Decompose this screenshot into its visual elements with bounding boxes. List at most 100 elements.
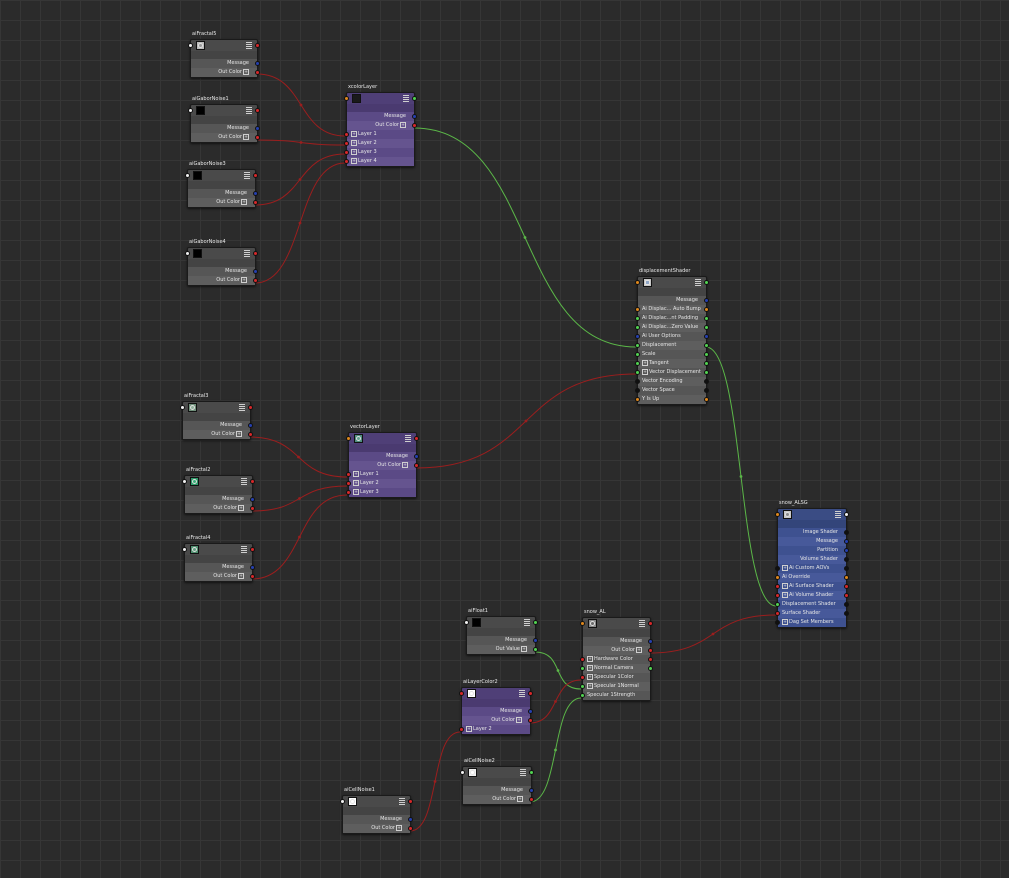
port-dot[interactable] [533, 638, 538, 643]
node-body[interactable]: Image Shader Message Partition Volume Sh… [775, 508, 849, 628]
node-displacementShader[interactable]: displacementShader Message Ai Displac...… [635, 268, 709, 405]
wire-fractal2-to-vlayer2[interactable] [251, 485, 348, 512]
node-input-port[interactable] [188, 43, 193, 48]
port-layer-2[interactable]: Layer 2 [459, 725, 530, 734]
port-hardware-color[interactable]: Hardware Color [580, 655, 653, 664]
node-output-port[interactable] [255, 108, 260, 113]
node-output-port[interactable] [704, 280, 709, 285]
port-image-shader[interactable]: Image Shader [778, 528, 849, 537]
port-dot[interactable] [704, 361, 709, 366]
port-dot[interactable] [704, 388, 709, 393]
port-out-color[interactable]: Out Color [191, 68, 260, 77]
port-dot[interactable] [250, 565, 255, 570]
menu-icon[interactable] [241, 478, 247, 485]
menu-icon[interactable] [695, 279, 701, 286]
node-input-port[interactable] [180, 405, 185, 410]
port-out-color[interactable]: Out Color [185, 504, 255, 513]
port-dot[interactable] [248, 423, 253, 428]
port-message[interactable]: Message [188, 267, 258, 276]
port-specular-1normal[interactable]: Specular 1Normal [580, 682, 650, 691]
port-dot[interactable] [844, 602, 849, 607]
port-out-color[interactable]: Out Color [191, 133, 260, 142]
port-dot[interactable] [635, 334, 640, 339]
port-out-color[interactable]: Out Color [462, 716, 533, 725]
port-ai-surface-shader[interactable]: Ai Surface Shader [775, 582, 849, 591]
wire-layercolor-to-speccolor[interactable] [529, 679, 582, 724]
port-message[interactable]: Message [462, 707, 533, 716]
node-body[interactable]: Message Out Color Hardware Color Normal … [580, 617, 653, 701]
node-body[interactable]: Message Out Color [188, 104, 260, 143]
menu-icon[interactable] [835, 511, 841, 518]
port-dot[interactable] [704, 352, 709, 357]
port-partition[interactable]: Partition [778, 546, 849, 555]
wire-vector-to-vecdisp[interactable] [415, 373, 637, 469]
port-dot[interactable] [844, 557, 849, 562]
port-dot[interactable] [775, 602, 780, 607]
port-dot[interactable] [635, 343, 640, 348]
port-dot[interactable] [250, 506, 255, 511]
port-dot[interactable] [844, 530, 849, 535]
node-aiFractal4[interactable]: aiFractal4 Message Out Color [182, 535, 255, 582]
node-input-port[interactable] [464, 620, 469, 625]
wire-cellnoise1-to-layer2[interactable] [409, 731, 461, 832]
node-editor-canvas[interactable]: aiFractal5 Message Out Color aiGaborNois… [0, 0, 1009, 878]
port-out-value[interactable]: Out Value [467, 645, 538, 654]
port-normal-camera[interactable]: Normal Camera [580, 664, 653, 673]
menu-icon[interactable] [399, 798, 405, 805]
port-dot[interactable] [775, 584, 780, 589]
node-header[interactable] [460, 767, 534, 778]
node-body[interactable]: Message Out Color [185, 169, 258, 208]
port-message[interactable]: Message [185, 495, 255, 504]
port-message[interactable]: Message [185, 563, 255, 572]
port-dot[interactable] [528, 709, 533, 714]
menu-icon[interactable] [519, 690, 525, 697]
port-dot[interactable] [346, 490, 351, 495]
port-dot[interactable] [775, 566, 780, 571]
port-dot[interactable] [253, 278, 258, 283]
node-output-port[interactable] [253, 173, 258, 178]
port-dot[interactable] [704, 325, 709, 330]
node-output-port[interactable] [844, 512, 849, 517]
node-body[interactable]: Message Out Color [460, 766, 534, 805]
node-output-port[interactable] [250, 479, 255, 484]
node-aiGaborNoise1[interactable]: aiGaborNoise1 Message Out Color [188, 96, 260, 143]
port-layer-3[interactable]: Layer 3 [346, 488, 416, 497]
port-dot[interactable] [580, 693, 585, 698]
menu-icon[interactable] [241, 546, 247, 553]
port-dot[interactable] [704, 316, 709, 321]
port-dot[interactable] [648, 666, 653, 671]
port-dot[interactable] [635, 316, 640, 321]
port-dot[interactable] [635, 307, 640, 312]
port-out-color[interactable]: Out Color [183, 430, 253, 439]
port-dot[interactable] [408, 826, 413, 831]
node-header[interactable] [775, 509, 849, 520]
port-dot[interactable] [412, 123, 417, 128]
node-body[interactable]: Message Out Color [185, 247, 258, 286]
port-dot[interactable] [704, 307, 709, 312]
port-layer-2[interactable]: Layer 2 [344, 139, 414, 148]
port-out-color[interactable]: Out Color [188, 198, 258, 207]
wire-float-to-specnormal[interactable] [534, 651, 582, 690]
node-header[interactable] [580, 618, 653, 629]
port-tangent[interactable]: Tangent [635, 359, 709, 368]
port-dot[interactable] [344, 150, 349, 155]
port-dot[interactable] [344, 141, 349, 146]
menu-icon[interactable] [405, 435, 411, 442]
node-aiCellNoise2[interactable]: aiCellNoise2 Message Out Color [460, 758, 534, 805]
node-input-port[interactable] [346, 436, 351, 441]
node-body[interactable]: Message Out Color Layer 1 Layer 2 Layer … [346, 432, 419, 498]
node-input-port[interactable] [459, 691, 464, 696]
port-padding[interactable]: Ai Displac...nt Padding [635, 314, 709, 323]
port-out-color[interactable]: Out Color [463, 795, 534, 804]
port-dot[interactable] [412, 114, 417, 119]
port-dot[interactable] [635, 370, 640, 375]
port-dot[interactable] [648, 639, 653, 644]
wire-cellnoise2-to-specstrength[interactable] [529, 697, 582, 803]
port-dot[interactable] [635, 361, 640, 366]
node-body[interactable]: Message Out Color [340, 795, 413, 834]
port-dot[interactable] [529, 797, 534, 802]
menu-icon[interactable] [246, 107, 252, 114]
menu-icon[interactable] [239, 404, 245, 411]
node-input-port[interactable] [182, 479, 187, 484]
port-dot[interactable] [414, 454, 419, 459]
